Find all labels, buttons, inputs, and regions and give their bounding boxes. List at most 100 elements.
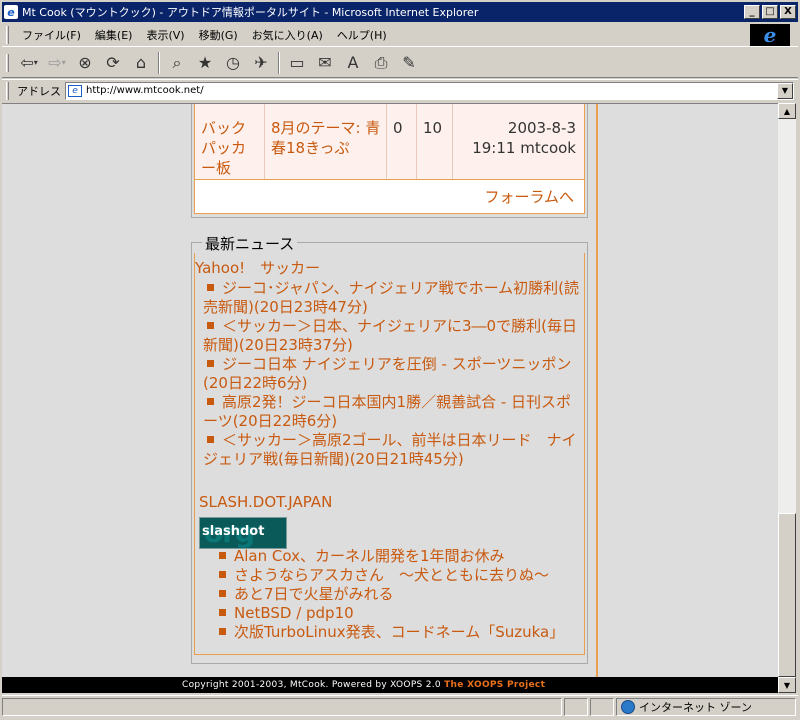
page-viewport: バックパッカー板 8月のテーマ: 青春18きっぷ 0 10 2003-8-3 1… (2, 103, 778, 677)
views-count: 10 (417, 104, 453, 179)
menu-edit[interactable]: 編集(E) (88, 25, 140, 45)
menu-favorites[interactable]: お気に入り(A) (245, 25, 330, 45)
menu-help[interactable]: ヘルプ(H) (330, 25, 394, 45)
search-button[interactable]: ⌕ (165, 51, 189, 75)
window-title: Mt Cook (マウントクック) - アウトドア情報ポータルサイト - Mic… (22, 6, 479, 19)
edit-button[interactable]: ✎ (397, 51, 421, 75)
back-arrow-icon: ⇦ (20, 53, 34, 72)
slashdot-source-link[interactable]: SLASH.DOT.JAPAN (199, 493, 332, 511)
history-button[interactable]: ◷ (221, 51, 245, 75)
bullet-icon (207, 360, 214, 367)
page-icon: e (68, 84, 82, 97)
news-link[interactable]: 高原2発！ジーコ日本国内1勝／親善試合 - 日刊スポーツ(20日22時6分) (203, 393, 571, 430)
scroll-down-button[interactable]: ▼ (778, 677, 796, 693)
ie-throbber-logo: e (750, 23, 790, 47)
replies-count: 0 (387, 104, 417, 179)
search-icon: ⌕ (172, 52, 182, 72)
scroll-up-button[interactable]: ▲ (778, 103, 796, 119)
security-zone-panel: インターネット ゾーン (616, 697, 796, 716)
forum-table: バックパッカー板 8月のテーマ: 青春18きっぷ 0 10 2003-8-3 1… (194, 104, 585, 214)
list-item[interactable]: ジーコ･ジャパン、ナイジェリア戦でホーム初勝利(読売新聞)(20日23時47分) (203, 279, 581, 317)
zone-label: インターネット ゾーン (639, 700, 752, 714)
forum-more-link[interactable]: フォーラムへ (484, 186, 574, 207)
font-button[interactable]: A (341, 51, 365, 75)
list-item[interactable]: さようならアスカさん ～犬とともに去りぬ～ (215, 566, 581, 585)
xoops-project-link[interactable]: The XOOPS Project (444, 680, 545, 690)
forward-button[interactable]: ⇨ ▾ (45, 51, 69, 75)
bullet-icon (219, 571, 226, 578)
window-titlebar: e Mt Cook (マウントクック) - アウトドア情報ポータルサイト - M… (2, 2, 798, 22)
menu-view[interactable]: 表示(V) (139, 25, 191, 45)
menu-bar: ファイル(F) 編集(E) 表示(V) 移動(G) お気に入り(A) ヘルプ(H… (2, 23, 798, 47)
address-input[interactable] (86, 85, 777, 96)
list-item[interactable]: あと7日で火星がみれる (215, 585, 581, 604)
slashdot-logo[interactable]: org slashdot (199, 516, 287, 549)
scroll-thumb[interactable] (778, 513, 796, 677)
list-item[interactable]: ジーコ日本 ナイジェリアを圧倒 - スポーツニッポン(20日22時6分) (203, 355, 581, 393)
last-post-date: 2003-8-3 (507, 119, 576, 137)
list-item[interactable]: ＜サッカー＞日本、ナイジェリアに3―0で勝利(毎日新聞)(20日23時37分) (203, 317, 581, 355)
news-block-title: 最新ニュース (202, 233, 298, 254)
list-item[interactable]: 次版TurboLinux発表、コードネーム「Suzuka」 (215, 623, 581, 642)
news-link[interactable]: ジーコ日本 ナイジェリアを圧倒 - スポーツニッポン(20日22時6分) (203, 355, 571, 392)
fullscreen-button[interactable]: ▭ (285, 51, 309, 75)
print-button[interactable]: ⎙ (369, 51, 393, 75)
maximize-button[interactable]: □ (762, 5, 778, 19)
mail-icon: ✉ (318, 53, 332, 72)
list-item[interactable]: NetBSD / pdp10 (215, 604, 581, 623)
menubar-grip[interactable] (6, 25, 9, 44)
news-link[interactable]: NetBSD / pdp10 (234, 604, 354, 622)
news-link[interactable]: さようならアスカさん ～犬とともに去りぬ～ (234, 566, 549, 584)
minimize-button[interactable]: _ (744, 5, 760, 19)
refresh-button[interactable]: ⟳ (101, 51, 125, 75)
news-link[interactable]: 次版TurboLinux発表、コードネーム「Suzuka」 (234, 623, 564, 641)
standard-toolbar: ⇦ ▾ ⇨ ▾ ⊗ ⟳ ⌂ ⌕ ★ ◷ ✈ ▭ ✉ A ⎙ ✎ (2, 48, 798, 78)
forum-block: バックパッカー板 8月のテーマ: 青春18きっぷ 0 10 2003-8-3 1… (191, 104, 588, 218)
status-panel (564, 697, 588, 716)
news-link[interactable]: Alan Cox、カーネル開発を1年間お休み (234, 547, 505, 565)
bullet-icon (219, 609, 226, 616)
edit-icon: ✎ (402, 53, 416, 72)
yahoo-news-list: ジーコ･ジャパン、ナイジェリア戦でホーム初勝利(読売新聞)(20日23時47分)… (203, 279, 581, 469)
news-link[interactable]: ＜サッカー＞日本、ナイジェリアに3―0で勝利(毎日新聞)(20日23時37分) (203, 317, 577, 354)
bullet-icon (207, 284, 214, 291)
news-content: Yahoo! サッカー ジーコ･ジャパン、ナイジェリア戦でホーム初勝利(読売新聞… (194, 253, 585, 655)
back-button[interactable]: ⇦ ▾ (17, 51, 41, 75)
list-item[interactable]: 高原2発！ジーコ日本国内1勝／親善試合 - 日刊スポーツ(20日22時6分) (203, 393, 581, 431)
print-icon: ⎙ (374, 52, 388, 72)
ie-logo-icon: e (763, 23, 777, 47)
status-text-panel (2, 697, 562, 716)
list-item[interactable]: ＜サッカー＞高原2ゴール、前半は日本リード ナイジェリア戦(毎日新聞)(20日2… (203, 431, 581, 469)
address-bar: アドレス e ▼ (2, 79, 798, 101)
address-dropdown-button[interactable]: ▼ (777, 82, 793, 99)
news-block: 最新ニュース Yahoo! サッカー ジーコ･ジャパン、ナイジェリア戦でホーム初… (191, 233, 588, 664)
news-link[interactable]: あと7日で火星がみれる (234, 585, 394, 603)
toolbar-grip[interactable] (6, 53, 9, 72)
topic-link[interactable]: 8月のテーマ: 青春18きっぷ (265, 104, 387, 179)
menu-file[interactable]: ファイル(F) (15, 25, 88, 45)
close-button[interactable]: X (780, 5, 796, 19)
favorites-icon: ★ (197, 53, 213, 72)
mail-button[interactable]: ✉ (313, 51, 337, 75)
list-item[interactable]: Alan Cox、カーネル開発を1年間お休み (215, 547, 581, 566)
forum-name-link[interactable]: バックパッカー板 (195, 104, 265, 179)
toolbar-separator (158, 51, 160, 74)
addressbar-grip[interactable] (6, 81, 9, 100)
news-link[interactable]: ＜サッカー＞高原2ゴール、前半は日本リード ナイジェリア戦(毎日新聞)(20日2… (203, 431, 577, 468)
page-footer: Copyright 2001-2003, MtCook. Powered by … (2, 677, 778, 693)
font-icon: A (347, 53, 359, 72)
bullet-icon (207, 398, 214, 405)
column-divider (596, 104, 598, 677)
favorites-button[interactable]: ★ (193, 51, 217, 75)
menu-go[interactable]: 移動(G) (192, 25, 245, 45)
stop-button[interactable]: ⊗ (73, 51, 97, 75)
channels-button[interactable]: ✈ (249, 51, 273, 75)
address-field[interactable]: e ▼ (65, 81, 794, 100)
toolbar-separator (278, 51, 280, 74)
vertical-scrollbar[interactable]: ▲ ▼ (778, 103, 796, 693)
yahoo-source-link[interactable]: Yahoo! サッカー (195, 257, 320, 278)
news-link[interactable]: ジーコ･ジャパン、ナイジェリア戦でホーム初勝利(読売新聞)(20日23時47分) (203, 279, 579, 316)
forward-arrow-icon: ⇨ (48, 53, 62, 72)
home-icon: ⌂ (135, 53, 147, 72)
home-button[interactable]: ⌂ (129, 51, 153, 75)
